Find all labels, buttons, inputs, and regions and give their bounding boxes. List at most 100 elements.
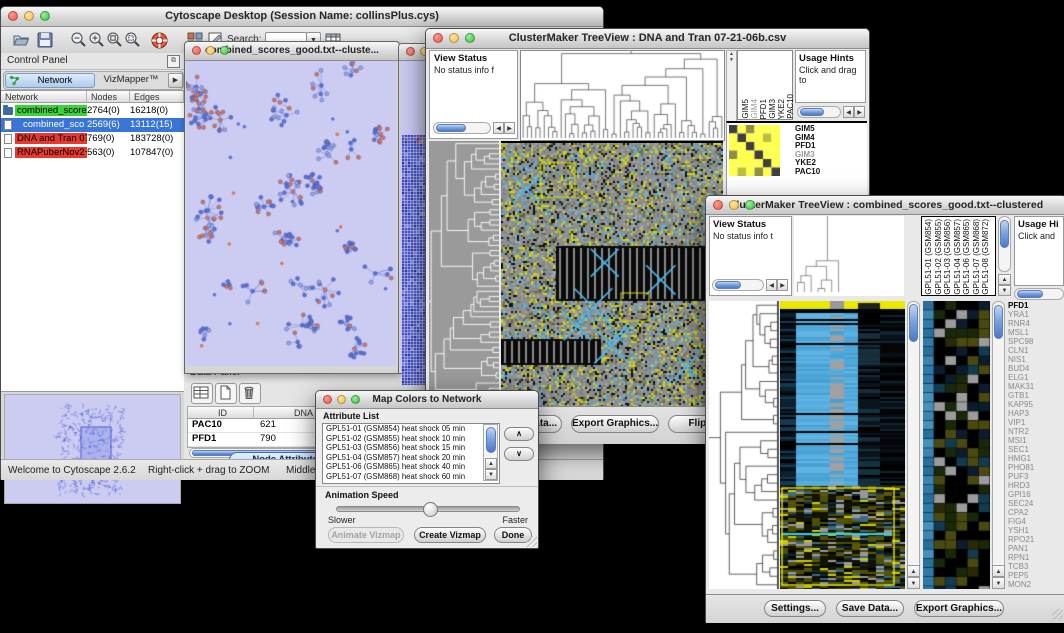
scroll-down-icon[interactable]: ▼ (998, 285, 1011, 296)
close-button[interactable] (433, 33, 443, 43)
open-session-icon[interactable] (11, 30, 33, 52)
global-heatmap-canvas[interactable] (780, 301, 905, 589)
row-dendrogram-canvas[interactable] (709, 301, 780, 589)
attribute-list-item[interactable]: GPL51-07 (GSM868) heat shock 60 min (323, 472, 481, 482)
column-label[interactable]: GPL51-06 (GSM865) (962, 219, 972, 295)
network-table-header-cell[interactable]: Edges (130, 91, 184, 103)
gene-label[interactable]: MAK31 (1008, 382, 1064, 391)
scroll-down-icon[interactable]: ▼ (907, 577, 920, 589)
column-label[interactable]: GIM3 (768, 99, 777, 119)
gene-label[interactable]: HRD3 (1008, 481, 1064, 490)
column-label[interactable]: GIM5 (741, 99, 750, 119)
close-button[interactable] (323, 395, 332, 404)
view-status-hscrollbar[interactable] (433, 122, 491, 134)
scroll-down-icon[interactable]: ▼ (485, 469, 497, 480)
usage-hints-hscrollbar[interactable] (797, 106, 841, 118)
row-dendrogram-canvas[interactable] (429, 141, 499, 406)
attribute-list-item[interactable]: GPL51-06 (GSM865) heat shock 40 min (323, 462, 481, 472)
tab-vizmapper[interactable]: VizMapper™ (96, 73, 166, 86)
column-dendrogram-canvas[interactable] (520, 50, 725, 141)
new-attribute-icon[interactable] (215, 383, 237, 404)
zoom-button[interactable] (745, 200, 755, 210)
gene-label[interactable]: PHO81 (1008, 463, 1064, 472)
slider-thumb[interactable] (423, 502, 438, 517)
close-button[interactable] (8, 11, 18, 21)
gene-label[interactable]: MSI1 (1008, 436, 1064, 445)
resize-grip[interactable] (1052, 609, 1063, 620)
scroll-down-icon[interactable]: ▼ (992, 577, 1005, 589)
table-icon[interactable] (191, 383, 213, 404)
scroll-right-icon[interactable]: ▶ (854, 106, 865, 118)
create-vizmap-button[interactable]: Create Vizmap (414, 527, 486, 543)
attribute-list-item[interactable]: GPL51-04 (GSM857) heat shock 20 min (323, 453, 481, 463)
save-data-button[interactable]: Save Data... (836, 600, 904, 617)
gene-label[interactable]: CLN1 (1008, 346, 1064, 355)
tab-network[interactable]: Network (5, 73, 95, 88)
global-heatmap-canvas[interactable] (501, 141, 723, 408)
usage-hints-hscrollbar[interactable] (1014, 288, 1064, 300)
column-label[interactable]: PAC10 (786, 94, 795, 119)
export-graphics-button[interactable]: Export Graphics... (914, 600, 1004, 617)
animation-speed-slider[interactable] (336, 506, 520, 512)
main-title-bar[interactable]: Cytoscape Desktop (Session Name: collins… (1, 7, 603, 27)
column-label[interactable]: GPL51-04 (GSM857) (953, 219, 963, 295)
attribute-list-vscrollbar[interactable]: ▲ ▼ (483, 424, 498, 481)
heatmap-vscrollbar[interactable] (907, 301, 920, 589)
network-overview-canvas[interactable] (4, 394, 181, 504)
scroll-up-icon[interactable]: ▲ (998, 274, 1011, 285)
gene-label[interactable]: HMG1 (1008, 454, 1064, 463)
gene-label[interactable]: FIG4 (1008, 517, 1064, 526)
gene-label[interactable]: YRA1 (1008, 310, 1064, 319)
column-labels-vscrollbar[interactable] (998, 216, 1011, 272)
zoom-button[interactable] (465, 33, 475, 43)
scroll-up-icon[interactable]: ▲ (485, 458, 497, 469)
close-button[interactable] (192, 46, 201, 55)
gene-label[interactable]: GPI16 (1008, 490, 1064, 499)
gene-label[interactable]: GTB1 (1008, 391, 1064, 400)
gene-label[interactable]: MON2 (1008, 580, 1064, 589)
close-button[interactable] (713, 200, 723, 210)
settings-button[interactable]: Settings... (764, 600, 826, 617)
network-canvas[interactable] (186, 61, 396, 366)
gene-label[interactable]: NIS1 (1008, 355, 1064, 364)
zoom-vscrollbar[interactable] (992, 301, 1005, 589)
column-label[interactable]: PFD1 (759, 99, 768, 119)
scroll-left-icon[interactable]: ◀ (766, 279, 777, 291)
attribute-list-item[interactable]: GPL51-01 (GSM854) heat shock 05 min (323, 424, 481, 434)
network-list-item[interactable]: combined_sco2569(6)13112(15) (1, 118, 184, 132)
row-label[interactable]: PAC10 (795, 168, 865, 177)
network-table-header-cell[interactable]: Nodes (87, 91, 130, 103)
column-label[interactable]: GPL51-07 (GSM868) (972, 219, 982, 295)
animate-vizmap-button[interactable]: Animate Vizmap (328, 527, 404, 543)
zoom-button[interactable] (351, 395, 360, 404)
zoom-heatmap-canvas[interactable] (923, 301, 990, 589)
gene-label[interactable]: NTR2 (1008, 427, 1064, 436)
gene-label[interactable]: KAP95 (1008, 400, 1064, 409)
network-list-item[interactable]: DNA and Tran 07769(0)183728(0) (1, 132, 184, 146)
float-panel-icon[interactable]: ⧉ (167, 55, 180, 68)
scroll-right-icon[interactable]: ▶ (777, 279, 788, 291)
network-list-item[interactable]: RNAPuberNov2+563(0)107847(0) (1, 146, 184, 160)
gene-label[interactable]: PUF3 (1008, 472, 1064, 481)
gene-label[interactable]: MSL1 (1008, 328, 1064, 337)
scroll-left-icon[interactable]: ◀ (493, 122, 504, 134)
move-up-button[interactable]: ∧ (504, 427, 534, 441)
save-session-icon[interactable] (35, 30, 57, 52)
gene-label[interactable]: PEP5 (1008, 571, 1064, 580)
gene-label[interactable]: RPO21 (1008, 535, 1064, 544)
scroll-up-icon[interactable]: ▲ (907, 565, 920, 577)
gene-label[interactable]: HAP3 (1008, 409, 1064, 418)
scroll-left-icon[interactable]: ◀ (843, 106, 854, 118)
scroll-up-icon[interactable]: ▲ (992, 565, 1005, 577)
attribute-list-item[interactable]: GPL51-02 (GSM855) heat shock 10 min (323, 434, 481, 444)
gene-label[interactable]: SEC1 (1008, 445, 1064, 454)
zoom-heatmap-canvas[interactable] (729, 125, 780, 176)
column-label[interactable]: GIM4 (750, 99, 759, 119)
view-status-hscrollbar[interactable] (712, 279, 764, 291)
tabs-overflow-arrow[interactable]: ▶ (168, 73, 183, 88)
minimize-button[interactable] (206, 46, 215, 55)
gene-label[interactable]: SPC98 (1008, 337, 1064, 346)
column-label[interactable]: GPL51-03 (GSM856) (943, 219, 953, 295)
data-table-header-cell[interactable]: ID (188, 407, 254, 419)
delete-attribute-trash-icon[interactable] (239, 383, 261, 404)
